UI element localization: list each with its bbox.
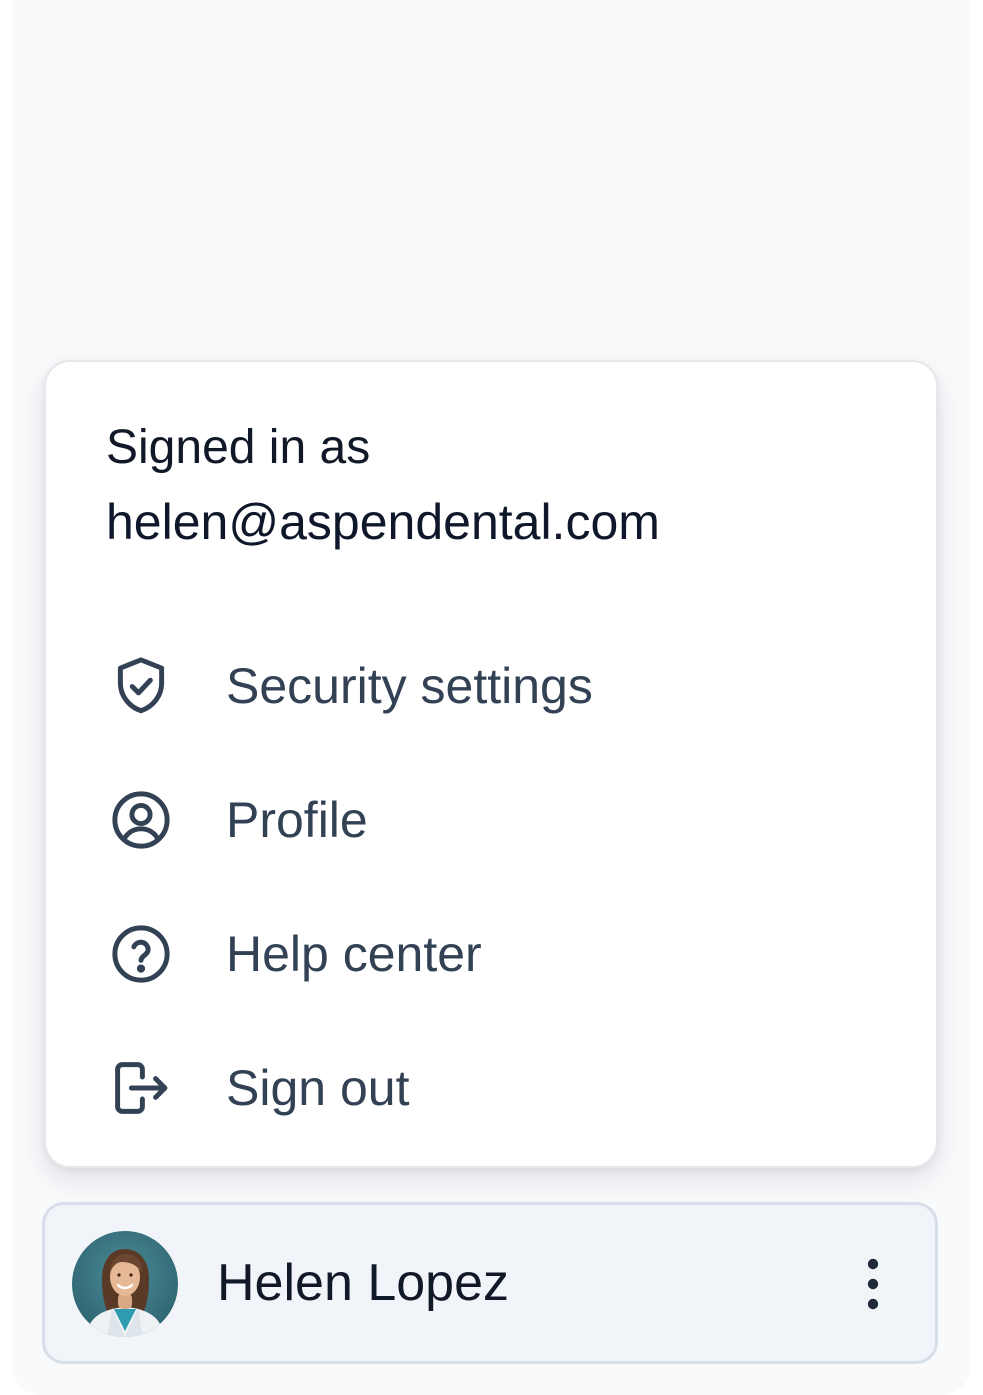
menu-item-label: Profile — [226, 792, 368, 848]
menu-item-label: Help center — [226, 926, 482, 982]
shield-check-icon — [106, 651, 176, 721]
menu-item-security-settings[interactable]: Security settings — [46, 626, 936, 746]
avatar — [72, 1231, 178, 1337]
more-vertical-icon[interactable] — [845, 1243, 901, 1325]
sign-out-icon — [106, 1053, 176, 1123]
question-circle-icon — [106, 919, 176, 989]
signed-in-email: helen@aspendental.com — [106, 494, 660, 550]
menu-item-label: Sign out — [226, 1060, 410, 1116]
menu-item-label: Security settings — [226, 658, 593, 714]
signed-in-label: Signed in as — [106, 421, 371, 474]
user-account-button[interactable]: Helen Lopez — [42, 1202, 938, 1364]
menu-item-profile[interactable]: Profile — [46, 760, 936, 880]
user-name: Helen Lopez — [217, 1254, 509, 1312]
menu-item-sign-out[interactable]: Sign out — [46, 1028, 936, 1148]
user-circle-icon — [106, 785, 176, 855]
menu-item-help-center[interactable]: Help center — [46, 894, 936, 1014]
user-dropdown-menu: Signed in as helen@aspendental.com Secur… — [44, 360, 938, 1168]
